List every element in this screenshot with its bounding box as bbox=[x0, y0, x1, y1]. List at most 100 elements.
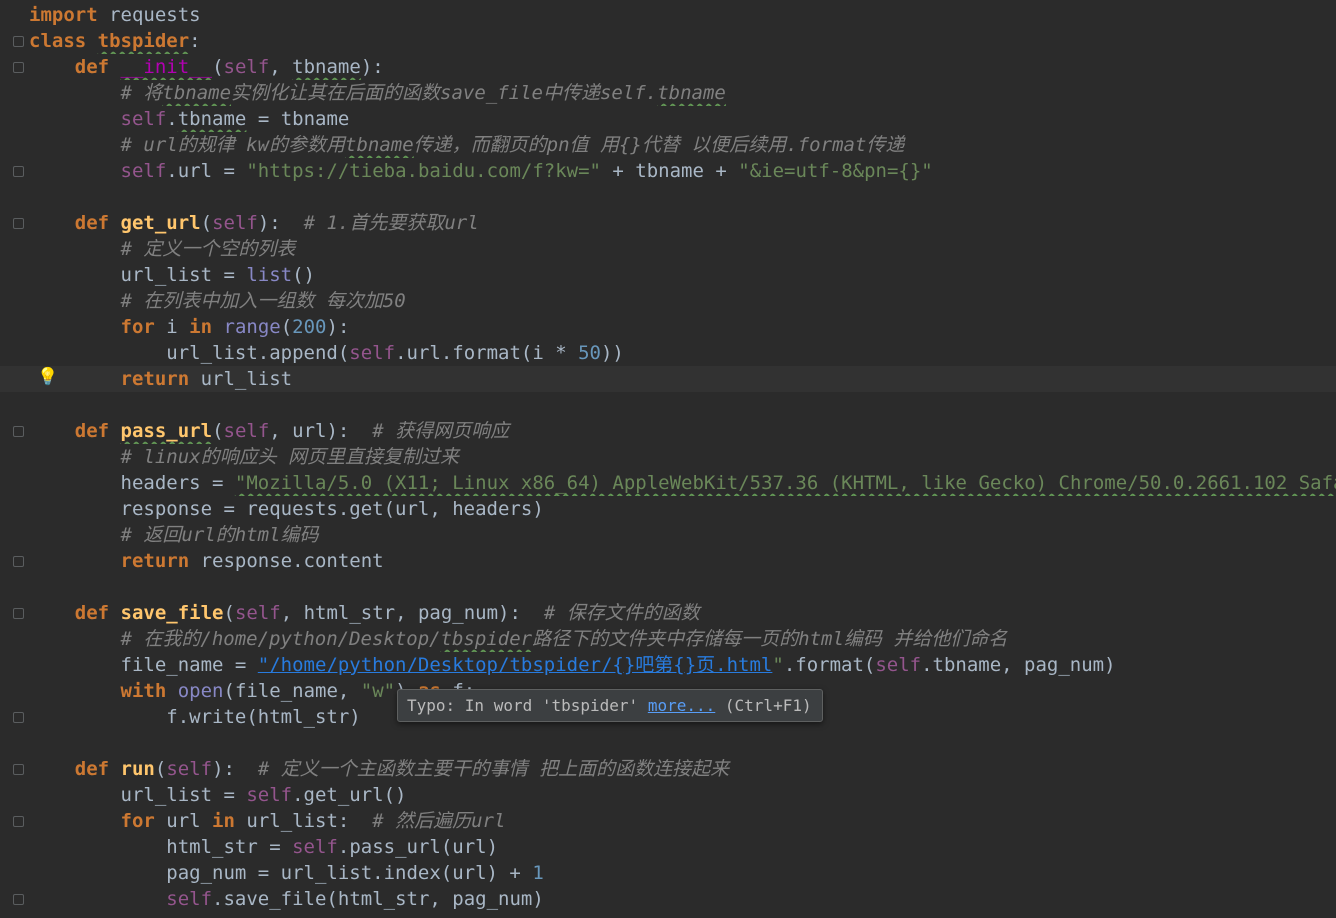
code-token: "w" bbox=[360, 680, 396, 702]
code-line[interactable]: for url in url_list: # 然后遍历url bbox=[0, 808, 1336, 834]
code-token: self bbox=[292, 836, 338, 858]
code-token: ): bbox=[326, 316, 350, 338]
code-line[interactable]: response = requests.get(url, headers) bbox=[0, 496, 1336, 522]
code-token: # 获得网页响应 bbox=[372, 420, 510, 442]
code-line[interactable]: # url的规律 kw的参数用tbname传递，而翻页的pn值 用{}代替 以便… bbox=[0, 132, 1336, 158]
code-token: .pass_url(url) bbox=[337, 836, 499, 858]
code-token: def bbox=[74, 758, 110, 780]
code-token: ( bbox=[212, 420, 224, 442]
code-token: self bbox=[246, 784, 293, 806]
code-line[interactable]: class tbspider: bbox=[0, 28, 1336, 54]
code-token: "/home/python/Desktop/ bbox=[257, 654, 510, 676]
code-token: tbspider bbox=[509, 654, 601, 676]
code-line[interactable]: pag_num = url_list.index(url) + 1 bbox=[0, 860, 1336, 886]
code-token: return bbox=[120, 550, 190, 572]
code-token: tbname bbox=[177, 108, 247, 130]
code-token: self bbox=[120, 160, 167, 182]
code-line[interactable]: return url_list bbox=[0, 366, 1336, 392]
code-token: self bbox=[212, 212, 258, 234]
code-token: 路径下的文件夹中存储每一页的html编码 并给他们命名 bbox=[532, 628, 1008, 650]
code-token: # 在列表中加入一组数 每次加50 bbox=[29, 290, 406, 312]
code-line[interactable]: # 将tbname实例化让其在后面的函数save_file中传递self.tbn… bbox=[0, 80, 1336, 106]
code-token: # 然后遍历url bbox=[372, 810, 506, 832]
code-line[interactable]: # 返回url的html编码 bbox=[0, 522, 1336, 548]
code-token: self bbox=[234, 602, 281, 624]
code-line[interactable]: url_list = self.get_url() bbox=[0, 782, 1336, 808]
code-token: self bbox=[223, 56, 270, 78]
code-token: 200 bbox=[292, 316, 327, 338]
code-line[interactable]: file_name = "/home/python/Desktop/tbspid… bbox=[0, 652, 1336, 678]
code-line[interactable]: def save_file(self, html_str, pag_num): … bbox=[0, 600, 1336, 626]
code-line[interactable]: self.tbname = tbname bbox=[0, 106, 1336, 132]
code-line[interactable]: url_list = list() bbox=[0, 262, 1336, 288]
code-token: # 返回url的html编码 bbox=[29, 524, 319, 546]
code-token: open bbox=[177, 680, 224, 702]
code-line[interactable] bbox=[0, 574, 1336, 600]
code-token: import bbox=[29, 4, 98, 26]
code-line[interactable] bbox=[0, 392, 1336, 418]
code-token: # 定义一个空的列表 bbox=[29, 238, 296, 260]
code-token: # 保存文件的函数 bbox=[543, 602, 700, 624]
code-token: tbspider bbox=[97, 30, 190, 52]
code-token: tbname bbox=[345, 134, 414, 156]
code-line[interactable]: def get_url(self): # 1.首先要获取url bbox=[0, 210, 1336, 236]
code-token: pag_num = url_list.index(url) + bbox=[29, 862, 533, 884]
code-token: get_url bbox=[120, 212, 201, 234]
code-token: "&ie=utf-8&pn={}" bbox=[738, 160, 933, 182]
code-line[interactable]: return response.content bbox=[0, 548, 1336, 574]
code-token: .get_url() bbox=[292, 784, 407, 806]
code-line[interactable]: # 在我的/home/python/Desktop/tbspider路径下的文件… bbox=[0, 626, 1336, 652]
code-line[interactable]: # 在列表中加入一组数 每次加50 bbox=[0, 288, 1336, 314]
code-editor[interactable]: import requests class tbspider: def __ini… bbox=[0, 0, 1336, 918]
code-token: = tbname bbox=[246, 108, 350, 130]
code-token: ): bbox=[360, 56, 384, 78]
code-line[interactable]: import requests bbox=[0, 2, 1336, 28]
code-token: # url的规律 kw的参数用 bbox=[29, 134, 346, 156]
code-token: class bbox=[29, 30, 87, 52]
code-line[interactable]: def run(self): # 定义一个主函数主要干的事情 把上面的函数连接起… bbox=[0, 756, 1336, 782]
code-line[interactable]: self.save_file(html_str, pag_num) bbox=[0, 886, 1336, 912]
code-token: " bbox=[772, 654, 784, 676]
code-line[interactable]: headers = "Mozilla/5.0 (X11; Linux x86_6… bbox=[0, 470, 1336, 496]
code-line[interactable]: # 定义一个空的列表 bbox=[0, 236, 1336, 262]
code-token: def bbox=[74, 56, 110, 78]
code-token: url_list = bbox=[29, 784, 247, 806]
code-token: tbspider bbox=[440, 628, 533, 650]
code-token: ): bbox=[257, 212, 304, 234]
code-token: ): bbox=[212, 758, 258, 780]
code-token: def bbox=[74, 420, 110, 442]
code-token: url_list bbox=[189, 368, 293, 390]
code-line[interactable]: html_str = self.pass_url(url) bbox=[0, 834, 1336, 860]
code-token: i bbox=[154, 316, 190, 338]
code-token: run bbox=[120, 758, 155, 780]
code-token: def bbox=[74, 212, 110, 234]
code-line[interactable] bbox=[0, 184, 1336, 210]
code-token: headers = bbox=[29, 472, 235, 494]
code-line[interactable]: for i in range(200): bbox=[0, 314, 1336, 340]
code-line[interactable] bbox=[0, 730, 1336, 756]
tooltip-more-link[interactable]: more... bbox=[648, 696, 715, 715]
lightbulb-icon[interactable]: 💡 bbox=[37, 365, 58, 391]
code-token: . bbox=[166, 108, 178, 130]
code-line[interactable]: self.url = "https://tieba.baidu.com/f?kw… bbox=[0, 158, 1336, 184]
code-token: ( bbox=[223, 602, 235, 624]
code-line[interactable]: def pass_url(self, url): # 获得网页响应 bbox=[0, 418, 1336, 444]
code-line[interactable]: url_list.append(self.url.format(i * 50)) bbox=[0, 340, 1336, 366]
code-token: # 在我的/home/python/Desktop/ bbox=[29, 628, 441, 650]
code-line[interactable]: # linux的响应头 网页里直接复制过来 bbox=[0, 444, 1336, 470]
code-token: .url.format(i * bbox=[395, 342, 579, 364]
code-line[interactable]: def __init__(self, tbname): bbox=[0, 54, 1336, 80]
code-token: # 定义一个主函数主要干的事情 把上面的函数连接起来 bbox=[257, 758, 730, 780]
code-token: .tbname, pag_num) bbox=[921, 654, 1116, 676]
code-token: self bbox=[166, 888, 213, 910]
